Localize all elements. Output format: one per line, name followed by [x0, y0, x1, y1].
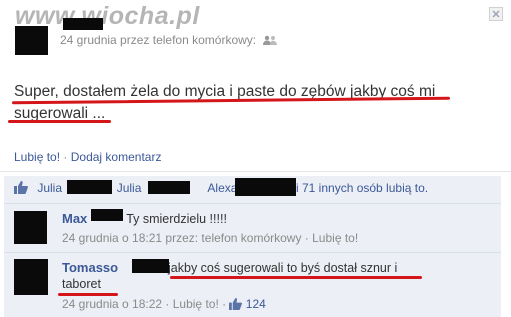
post-device: telefon komórkowy: [152, 33, 257, 47]
avatar-censored [14, 259, 48, 295]
likes-count-text: i 71 innych osób lubią to. [296, 181, 429, 195]
comment-1: Max Ty smierdzielu !!!!! [62, 210, 227, 228]
divider [0, 171, 511, 172]
post-meta: 24 grudnia przez telefon komórkowy: [60, 33, 278, 48]
red-underline-2 [8, 120, 111, 123]
avatar-censored [15, 26, 48, 55]
close-icon[interactable] [489, 7, 503, 21]
comment-2-meta: 24 grudnia o 18:22 · Lubię to! · 124 [62, 297, 266, 313]
comment-1-meta: 24 grudnia o 18:21 przez: telefon komórk… [62, 231, 359, 245]
comment-author[interactable]: Max [62, 211, 87, 226]
red-underline-4 [58, 293, 118, 296]
comment-text: jakby coś sugerowali to byś dostał sznur… [168, 261, 398, 275]
thumbs-up-icon [14, 181, 28, 197]
thumbs-up-icon [229, 298, 243, 313]
name-censored [91, 209, 123, 221]
name-censored [63, 18, 103, 30]
add-comment-link[interactable]: Dodaj komentarz [71, 150, 162, 164]
like-count[interactable]: 124 [246, 297, 266, 311]
liker-censored-3 [235, 178, 296, 196]
liker-censored-1 [67, 180, 112, 194]
people-icon [263, 34, 278, 48]
likes-row: Julia Julia Alexa [14, 181, 237, 197]
post-date: 24 grudnia przez [60, 33, 150, 47]
likes-suffix: i 71 innych osób lubią to. [296, 181, 428, 195]
comment-author[interactable]: Tomasso [62, 260, 118, 275]
like-link[interactable]: Lubię to! [14, 150, 60, 164]
liker-name-1[interactable]: Julia [37, 181, 62, 195]
red-underline-3 [170, 276, 422, 279]
divider-comment [4, 252, 501, 253]
name-censored [132, 259, 169, 273]
avatar-censored [14, 211, 47, 244]
liker-name-3[interactable]: Alexa [207, 181, 237, 195]
liker-name-2[interactable]: Julia [117, 181, 142, 195]
liker-censored-2 [148, 181, 190, 194]
divider-likes [4, 203, 501, 204]
post-actions: Lubię to! · Dodaj komentarz [14, 150, 162, 164]
comment-text: Ty smierdzielu !!!!! [126, 212, 227, 226]
